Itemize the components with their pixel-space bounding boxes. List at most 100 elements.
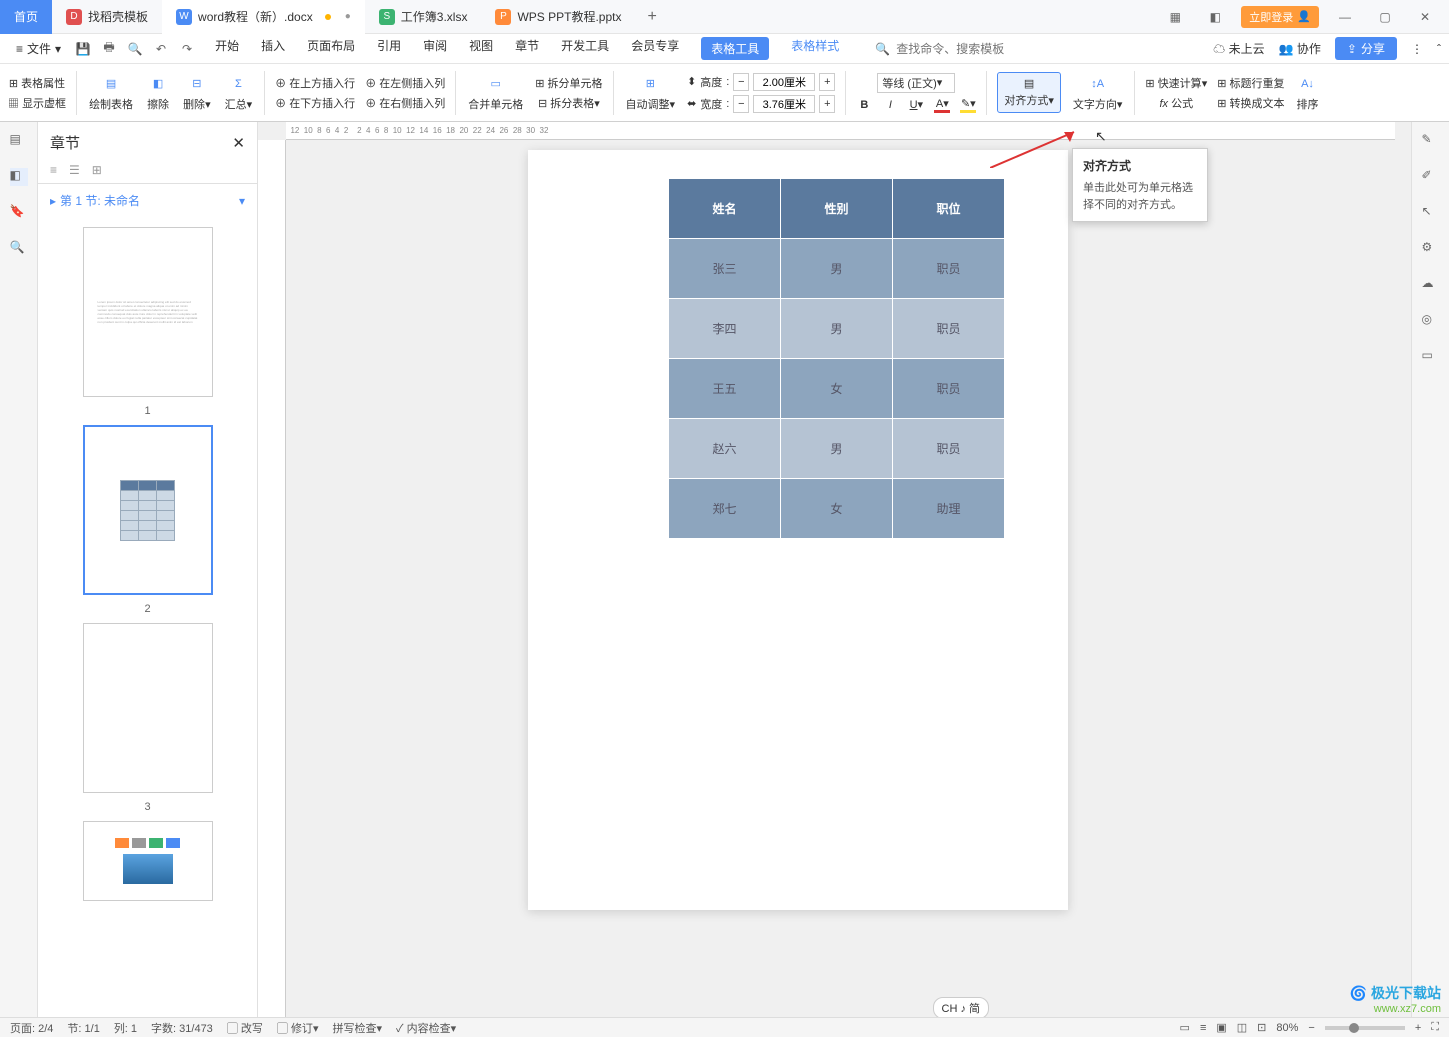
font-color-button[interactable]: A▾ <box>934 97 950 113</box>
new-tab-button[interactable]: + <box>636 8 669 26</box>
quick-calc-button[interactable]: ⊞ 快速计算▾ <box>1145 75 1207 91</box>
tab-template[interactable]: D找稻壳模板 <box>52 0 162 34</box>
close-button[interactable]: ✕ <box>1411 7 1439 27</box>
cell[interactable]: 男 <box>781 299 893 359</box>
nav-icon[interactable]: ◧ <box>10 168 28 186</box>
autofit-button[interactable]: ⊞自动调整▾ <box>624 72 678 114</box>
cell[interactable]: 男 <box>781 239 893 299</box>
th-pos[interactable]: 职位 <box>893 179 1005 239</box>
collapse-ribbon-icon[interactable]: ˆ <box>1437 42 1441 56</box>
height-plus[interactable]: + <box>819 73 835 91</box>
cell[interactable]: 女 <box>781 359 893 419</box>
view-web-icon[interactable]: ◫ <box>1237 1021 1247 1034</box>
document-table[interactable]: 姓名性别职位 张三男职员 李四男职员 王五女职员 赵六男职员 郑七女助理 <box>668 178 1005 539</box>
search-input[interactable] <box>896 42 1016 56</box>
ruler-horizontal[interactable]: 12 10 8 6 4 2 2 4 6 8 10 12 14 16 18 20 … <box>286 122 1395 140</box>
highlight-button[interactable]: ✎▾ <box>960 97 976 113</box>
summary-button[interactable]: Σ汇总▾ <box>223 72 255 114</box>
bold-button[interactable]: B <box>856 97 872 113</box>
thumb-page-3[interactable] <box>83 623 213 793</box>
cell[interactable]: 张三 <box>669 239 781 299</box>
status-track[interactable]: ▢ 修订▾ <box>277 1020 319 1036</box>
cell[interactable]: 男 <box>781 419 893 479</box>
status-rev[interactable]: ▢ 改写 <box>227 1020 263 1036</box>
tab-xlsx[interactable]: S工作簿3.xlsx <box>365 0 482 34</box>
split-cell-button[interactable]: ⊞ 拆分单元格 <box>535 75 602 91</box>
menu-section[interactable]: 章节 <box>515 37 539 60</box>
cloud-icon[interactable]: ☁ <box>1422 276 1440 294</box>
thumb-page-2[interactable] <box>83 425 213 595</box>
status-chars[interactable]: 字数: 31/473 <box>151 1020 213 1036</box>
status-section[interactable]: 节: 1/1 <box>67 1020 99 1036</box>
view-page-icon[interactable]: ▭ <box>1180 1021 1190 1034</box>
more-icon[interactable]: ⋮ <box>1411 42 1423 56</box>
zoom-slider[interactable] <box>1325 1026 1405 1030</box>
redo-icon[interactable]: ↷ <box>179 41 195 57</box>
document-page[interactable]: 姓名性别职位 张三男职员 李四男职员 王五女职员 赵六男职员 郑七女助理 <box>528 150 1068 910</box>
th-name[interactable]: 姓名 <box>669 179 781 239</box>
cell[interactable]: 女 <box>781 479 893 539</box>
title-repeat-button[interactable]: ⊞ 标题行重复 <box>1217 75 1284 91</box>
cell[interactable]: 王五 <box>669 359 781 419</box>
tab-ppt[interactable]: PWPS PPT教程.pptx <box>481 0 635 34</box>
nav-tab3[interactable]: ⊞ <box>92 163 102 177</box>
status-content[interactable]: ✓ 内容检查▾ <box>396 1020 456 1036</box>
zoom-out[interactable]: − <box>1308 1022 1314 1034</box>
settings-icon[interactable]: ⚙ <box>1422 240 1440 258</box>
close-icon[interactable]: ● <box>345 11 351 22</box>
cell[interactable]: 助理 <box>893 479 1005 539</box>
thumb-page-4[interactable] <box>83 821 213 901</box>
view-outline-icon[interactable]: ≡ <box>1200 1022 1206 1034</box>
font-select[interactable]: 等线 (正文) ▾ <box>877 73 955 93</box>
insert-col-left[interactable]: ⊕ 在左侧插入列 <box>365 75 445 91</box>
pen-icon[interactable]: ✐ <box>1422 168 1440 186</box>
file-menu[interactable]: ≡ 文件 ▾ <box>8 36 69 61</box>
menu-member[interactable]: 会员专享 <box>631 37 679 60</box>
maximize-button[interactable]: ▢ <box>1371 7 1399 27</box>
to-text-button[interactable]: ⊞ 转换成文本 <box>1217 95 1284 111</box>
preview-icon[interactable]: 🔍 <box>127 41 143 57</box>
menu-start[interactable]: 开始 <box>215 37 239 60</box>
cell[interactable]: 职员 <box>893 299 1005 359</box>
insert-row-below[interactable]: ⊕ 在下方插入行 <box>275 95 355 111</box>
tab-home[interactable]: 首页 <box>0 0 52 34</box>
nav-section[interactable]: ▸ 第 1 节: 未命名 ▾ <box>38 184 257 217</box>
width-plus[interactable]: + <box>819 95 835 113</box>
apps-icon[interactable]: ◧ <box>1201 7 1229 27</box>
share-button[interactable]: ⇪ 分享 <box>1335 37 1397 60</box>
insert-col-right[interactable]: ⊕ 在右侧插入列 <box>365 95 445 111</box>
print-icon[interactable]: 🖶 <box>101 41 117 57</box>
zoom-value[interactable]: 80% <box>1276 1022 1298 1034</box>
draw-table-button[interactable]: ▤绘制表格 <box>87 72 135 114</box>
tab-word-doc[interactable]: Wword教程（新）.docx● <box>162 0 365 34</box>
cell[interactable]: 李四 <box>669 299 781 359</box>
erase-button[interactable]: ◧擦除 <box>145 72 171 114</box>
split-table-button[interactable]: ⊟ 拆分表格▾ <box>538 95 600 111</box>
menu-table-tools[interactable]: 表格工具 <box>701 37 769 60</box>
cloud-status[interactable]: ☁ 未上云 <box>1213 40 1264 57</box>
status-col[interactable]: 列: 1 <box>114 1020 137 1036</box>
cell[interactable]: 赵六 <box>669 419 781 479</box>
ruler-vertical[interactable] <box>258 140 286 1017</box>
cell[interactable]: 职员 <box>893 359 1005 419</box>
bookmark-icon[interactable]: 🔖 <box>10 204 28 222</box>
menu-dev[interactable]: 开发工具 <box>561 37 609 60</box>
height-input[interactable] <box>753 73 815 91</box>
zoom-in[interactable]: + <box>1415 1022 1421 1034</box>
insert-row-above[interactable]: ⊕ 在上方插入行 <box>275 75 355 91</box>
underline-button[interactable]: U▾ <box>908 97 924 113</box>
coop-button[interactable]: 👥 协作 <box>1279 40 1321 57</box>
menu-view[interactable]: 视图 <box>469 37 493 60</box>
command-search[interactable]: 🔍 <box>875 42 1016 56</box>
cell[interactable]: 职员 <box>893 239 1005 299</box>
menu-review[interactable]: 审阅 <box>423 37 447 60</box>
grid-icon[interactable]: ▦ <box>1161 7 1189 27</box>
login-button[interactable]: 立即登录👤 <box>1241 6 1319 28</box>
nav-close-icon[interactable]: ✕ <box>232 134 245 152</box>
minimize-button[interactable]: — <box>1331 7 1359 27</box>
fullscreen-icon[interactable]: ⛶ <box>1431 1021 1439 1034</box>
outline-icon[interactable]: ▤ <box>10 132 28 150</box>
width-minus[interactable]: − <box>733 95 749 113</box>
view-read-icon[interactable]: ▣ <box>1216 1021 1226 1034</box>
sort-button[interactable]: A↓排序 <box>1295 72 1321 114</box>
